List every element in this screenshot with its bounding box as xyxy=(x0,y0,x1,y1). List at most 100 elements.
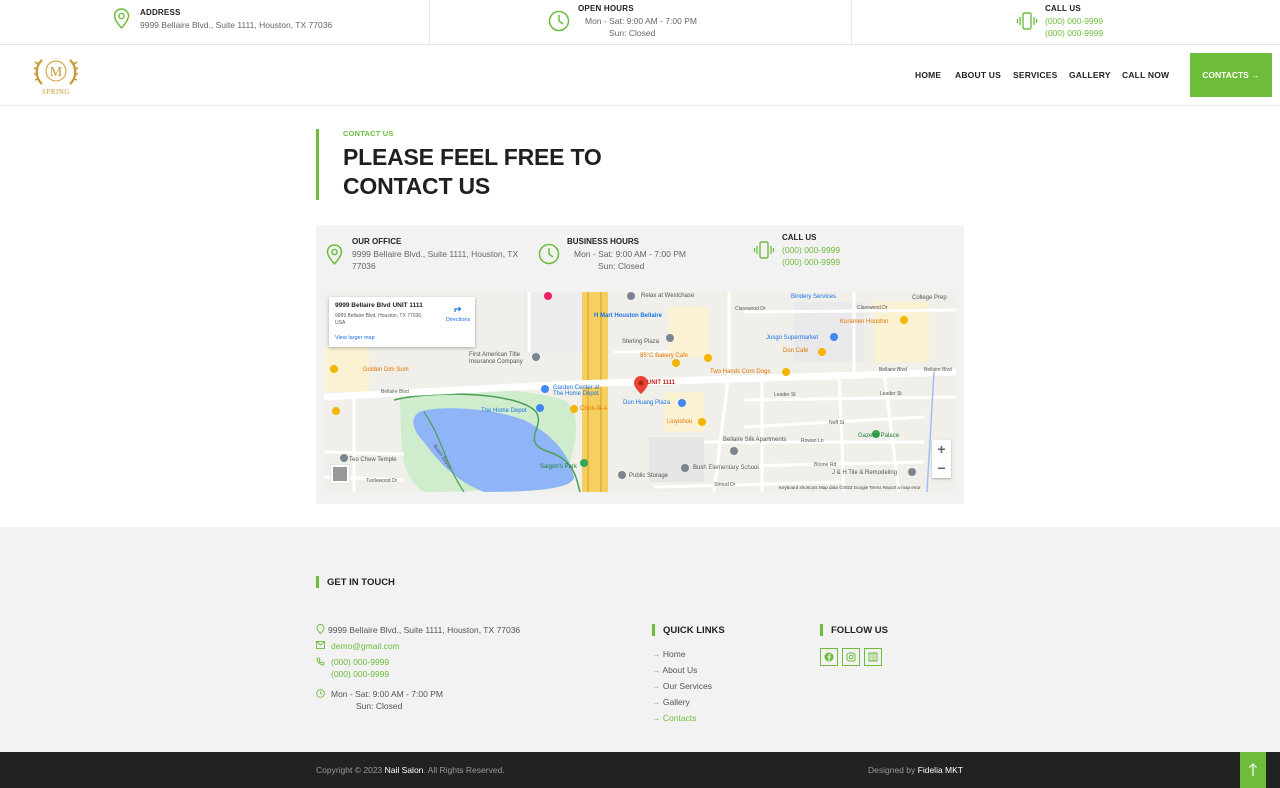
map-label: Boone Rd xyxy=(814,462,837,468)
map-label: 85°C Bakery Cafe xyxy=(640,353,689,359)
logo-emblem: M SPRING xyxy=(33,59,79,96)
page-title-line2: CONTACT US xyxy=(343,173,491,199)
topbar-phone2[interactable]: (000) 000-9999 xyxy=(1045,27,1103,39)
map-label: Bellaire Silk Apartments xyxy=(723,437,787,443)
map-label: Saigon's Park xyxy=(540,464,577,470)
back-to-top-button[interactable] xyxy=(1240,752,1266,788)
pegman-icon[interactable] xyxy=(330,464,350,484)
map-label: Turtlewood Dr xyxy=(366,478,398,484)
quick-link-home[interactable]: → Home xyxy=(652,648,686,660)
phone-vibrate-icon xyxy=(753,241,775,259)
logo-wordmark: SPRING xyxy=(42,88,70,96)
panel-phone1[interactable]: (000) 000-9999 xyxy=(782,244,840,257)
mail-icon xyxy=(316,641,325,649)
nav-about-us[interactable]: ABOUT US xyxy=(955,70,1001,80)
map-label: Bellaire Blvd xyxy=(924,367,952,373)
topbar-hours: OPEN HOURS Mon - Sat: 9:00 AM - 7:00 PM … xyxy=(548,0,748,44)
arrow-right-icon: → xyxy=(652,649,663,659)
business-hours-line1: Mon - Sat: 9:00 AM - 7:00 PM xyxy=(574,249,686,259)
map-label: J & H Tile & Remodeling xyxy=(832,470,898,476)
map-label: Chick-fil-A xyxy=(580,406,608,412)
topbar-call: CALL US (000) 000-9999 (000) 000-9999 xyxy=(1016,0,1166,44)
designed-by: Designed by Fidelia MKT xyxy=(868,765,963,775)
footer-hours1: Mon - Sat: 9:00 AM - 7:00 PM xyxy=(331,689,443,699)
designed-by-prefix: Designed by xyxy=(868,765,916,775)
map-zoom-control: + − xyxy=(932,440,951,478)
clock-icon xyxy=(316,689,325,698)
topbar-phone1[interactable]: (000) 000-9999 xyxy=(1045,15,1103,27)
directions-icon[interactable] xyxy=(452,303,464,315)
map-label: First American Title Insurance Company xyxy=(469,352,523,365)
logo-letter: M xyxy=(50,65,63,80)
quick-link-about[interactable]: → About Us xyxy=(652,664,697,676)
map-label: Sterling Plaza xyxy=(622,339,660,345)
quick-link-contacts[interactable]: → Contacts xyxy=(652,712,696,724)
arrow-right-icon: → xyxy=(652,665,663,675)
map-pin-label: UNIT 1111 xyxy=(647,380,676,386)
panel-phone2[interactable]: (000) 000-9999 xyxy=(782,256,840,269)
map-label: Two Hands Corn Dogs xyxy=(710,369,771,375)
topbar-hours-line1: Mon - Sat: 9:00 AM - 7:00 PM xyxy=(585,16,697,26)
arrow-right-icon: → xyxy=(652,713,663,723)
footer-address: 9999 Bellaire Blvd., Suite 1111, Houston… xyxy=(328,625,521,635)
topbar-address-title: ADDRESS xyxy=(140,8,181,17)
nav-call-now[interactable]: CALL NOW xyxy=(1122,70,1169,80)
map-label: Leader St xyxy=(880,391,902,397)
map-label: Neff St xyxy=(829,420,845,426)
footer-phone1[interactable]: (000) 000-9999 xyxy=(331,656,389,668)
phone-icon xyxy=(316,657,325,666)
directions-link[interactable]: Directions xyxy=(443,317,473,323)
map-attribution[interactable]: Keyboard shortcuts Map data ©2023 Google… xyxy=(779,485,921,490)
nav-gallery[interactable]: GALLERY xyxy=(1069,70,1111,80)
map-label: Gazebo Palace xyxy=(858,433,900,439)
site-logo[interactable]: M SPRING xyxy=(32,54,80,98)
instagram-link[interactable] xyxy=(842,648,860,666)
clock-icon xyxy=(548,10,570,32)
map-label: Bellaire Blvd xyxy=(879,367,907,373)
topbar-hours-line2: Sun: Closed xyxy=(609,28,656,38)
office-line2: 77036 xyxy=(352,261,376,271)
location-pin-icon xyxy=(316,624,325,634)
follow-us-title: FOLLOW US xyxy=(831,625,888,636)
contacts-button[interactable]: CONTACTS → xyxy=(1190,53,1272,97)
map-label: Bush Elementary School xyxy=(693,465,759,471)
grid-link[interactable] xyxy=(864,648,882,666)
site-footer: GET IN TOUCH 9999 Bellaire Blvd., Suite … xyxy=(0,527,1280,752)
map-label: Teo Chew Temple xyxy=(349,457,397,463)
google-map[interactable]: Relax at Westchase Bindery Services Coll… xyxy=(324,292,956,492)
quick-link-gallery[interactable]: → Gallery xyxy=(652,696,690,708)
copyright-text: Copyright © 2023 Nail Salon. All Rights … xyxy=(316,765,505,775)
map-label: College Prep xyxy=(912,295,947,301)
view-larger-map-link[interactable]: View larger map xyxy=(335,335,375,341)
quick-links-accent-bar xyxy=(652,624,655,636)
arrow-right-icon: → xyxy=(652,697,663,707)
nav-services[interactable]: SERVICES xyxy=(1013,70,1057,80)
map-label: Garden Center at The Home Depot xyxy=(553,385,600,397)
office-title: OUR OFFICE xyxy=(352,237,402,246)
footer-email[interactable]: demo@gmail.com xyxy=(331,640,400,652)
section-accent-bar xyxy=(316,129,319,200)
zoom-out-button[interactable]: − xyxy=(932,459,951,478)
map-label: Stroud Dr xyxy=(714,482,736,488)
quick-link-services[interactable]: → Our Services xyxy=(652,680,712,692)
page-title-line1: PLEASE FEEL FREE TO xyxy=(343,144,602,170)
map-label: Leader St xyxy=(774,392,796,398)
quick-link-label: About Us xyxy=(662,665,698,675)
designer-link[interactable]: Fidelia MKT xyxy=(918,765,963,775)
zoom-in-button[interactable]: + xyxy=(932,440,951,459)
facebook-link[interactable] xyxy=(820,648,838,666)
map-label: The Home Depot xyxy=(481,408,527,414)
map-card-title: 9999 Bellaire Blvd UNIT 1111 xyxy=(335,302,423,309)
business-hours-line2: Sun: Closed xyxy=(598,261,645,271)
site-header: M SPRING HOME ABOUT US SERVICES GALLERY … xyxy=(0,45,1280,106)
copyright-brand[interactable]: Nail Salon xyxy=(385,765,424,775)
top-info-bar: ADDRESS 9999 Bellaire Blvd., Suite 1111,… xyxy=(0,0,1280,45)
arrow-right-icon: → xyxy=(652,681,663,691)
footer-phone2[interactable]: (000) 000-9999 xyxy=(331,668,389,680)
nav-home[interactable]: HOME xyxy=(915,70,941,80)
map-label: Jusgo Supermarket xyxy=(766,335,819,341)
map-info-card: 9999 Bellaire Blvd UNIT 1111 9999 Bellai… xyxy=(329,297,475,347)
map-label: Rowan Ln xyxy=(801,438,824,444)
quick-link-label: Gallery xyxy=(662,697,690,707)
topbar-call-title: CALL US xyxy=(1045,4,1081,13)
